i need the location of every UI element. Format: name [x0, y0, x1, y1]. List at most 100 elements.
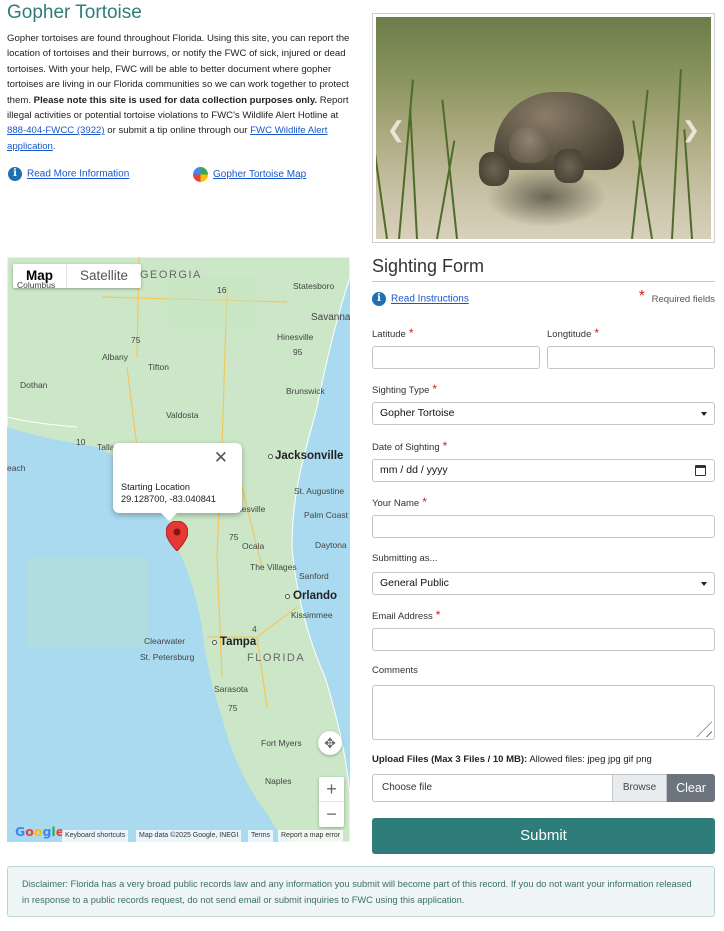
choose-file-text: Choose file: [382, 782, 433, 793]
required-star: *: [432, 382, 438, 396]
city-dot: [285, 594, 290, 599]
chevron-left-icon[interactable]: ❮: [386, 117, 406, 143]
grass-blade: [441, 99, 458, 239]
map-label-st-augustine: St. Augustine: [294, 486, 345, 496]
comments-textarea[interactable]: [372, 685, 715, 740]
map-label-hwy-16: 16: [217, 285, 227, 295]
sighting-type-value: Gopher Tortoise: [380, 407, 455, 419]
resize-handle-icon[interactable]: [692, 717, 712, 737]
map-label-clearwater: Clearwater: [144, 636, 186, 646]
map-label-ocala: Ocala: [242, 541, 265, 551]
tortoise-leg: [554, 149, 584, 183]
longitude-input[interactable]: [547, 346, 715, 369]
longitude-label-text: Longtitude: [547, 329, 592, 340]
chevron-down-icon: [701, 412, 707, 416]
latitude-label: Latitude *: [372, 326, 413, 340]
tortoise-map-link[interactable]: Gopher Tortoise Map: [213, 169, 306, 180]
zoom-in-button[interactable]: +: [319, 777, 344, 802]
intro-end: .: [52, 140, 56, 152]
map-marker-icon[interactable]: [166, 521, 188, 551]
submit-button[interactable]: Submit: [372, 818, 715, 854]
email-label: Email Address *: [372, 608, 440, 622]
email-label-text: Email Address: [372, 611, 433, 622]
map-label-georgia: GEORGIA: [140, 269, 202, 281]
page-title: Gopher Tortoise: [7, 2, 142, 23]
date-input[interactable]: mm / dd / yyyy: [372, 459, 715, 482]
map-footer: Keyboard shortcuts Map data ©2025 Google…: [7, 830, 350, 842]
intro-paragraph-3: or submit a tip online through our: [107, 125, 248, 137]
required-note-text: Required fields: [651, 294, 715, 305]
map-label-statesboro: Statesboro: [293, 281, 335, 291]
upload-label-bold: Upload Files (Max 3 Files / 10 MB):: [372, 754, 528, 765]
sighting-type-select[interactable]: Gopher Tortoise: [372, 402, 715, 425]
terms-link[interactable]: Terms: [248, 830, 274, 842]
required-fields-note: * Required fields: [639, 288, 715, 305]
close-icon[interactable]: ✕: [214, 449, 228, 466]
map-label-sarasota: Sarasota: [214, 684, 249, 694]
name-label-text: Your Name: [372, 498, 420, 509]
hotline-link[interactable]: 888-404-FWCC (3922): [7, 125, 105, 136]
city-dot: [212, 640, 217, 645]
zoom-control: + −: [319, 777, 344, 827]
map-label-hwy-75a: 75: [131, 335, 141, 345]
photo-carousel: ❮ ❯: [372, 13, 715, 243]
submitting-as-value: General Public: [380, 577, 449, 589]
zoom-out-button[interactable]: −: [319, 802, 344, 827]
sighting-map[interactable]: Map Satellite GEORGIA Columbus Statesbor…: [7, 257, 350, 842]
read-instructions-row: i Read Instructions: [372, 292, 469, 306]
map-label-tampa: Tampa: [220, 636, 257, 648]
upload-label-rest: Allowed files: jpeg jpg gif png: [527, 754, 652, 765]
map-label-savannah: Savannah: [311, 312, 350, 323]
city-dot: [268, 454, 273, 459]
date-label: Date of Sighting *: [372, 439, 447, 453]
pegman-icon[interactable]: ✥: [318, 731, 342, 755]
keyboard-shortcuts-link[interactable]: Keyboard shortcuts: [62, 830, 129, 842]
name-input[interactable]: [372, 515, 715, 538]
map-label-daytona: Daytona: [315, 540, 347, 550]
map-label-jacksonville: Jacksonville: [275, 450, 344, 462]
map-label-sanford: Sanford: [299, 571, 329, 581]
browse-button[interactable]: Browse: [612, 775, 666, 801]
email-input[interactable]: [372, 628, 715, 651]
map-data-attribution: Map data ©2025 Google, INEGI: [136, 830, 242, 842]
read-instructions-link[interactable]: Read Instructions: [391, 294, 469, 305]
map-label-naples: Naples: [265, 776, 292, 786]
map-label-tifton: Tifton: [148, 362, 169, 372]
intro-bold-note: Please note this site is used for data c…: [33, 94, 318, 106]
map-label-albany: Albany: [102, 352, 128, 362]
map-label-orlando: Orlando: [293, 590, 338, 602]
read-more-link[interactable]: Read More Information: [27, 169, 129, 180]
clear-button[interactable]: Clear: [667, 774, 715, 802]
map-pin-icon: [193, 167, 208, 182]
date-placeholder: mm / dd / yyyy: [380, 464, 448, 476]
map-label-st-petersburg: St. Petersburg: [140, 652, 195, 662]
info-icon: i: [8, 167, 22, 181]
form-title: Sighting Form: [372, 256, 715, 282]
submitting-as-select[interactable]: General Public: [372, 572, 715, 595]
chevron-right-icon[interactable]: ❯: [681, 117, 701, 143]
sighting-type-label-text: Sighting Type: [372, 385, 430, 396]
longitude-label: Longtitude *: [547, 326, 599, 340]
tortoise-map-row: Gopher Tortoise Map: [193, 167, 306, 182]
read-more-row: i Read More Information: [8, 167, 129, 181]
calendar-icon[interactable]: [695, 465, 706, 476]
latitude-input[interactable]: [372, 346, 540, 369]
map-label-palm-coast: Palm Coast: [304, 510, 348, 520]
map-label-hwy-4: 4: [252, 624, 257, 634]
name-label: Your Name *: [372, 495, 427, 509]
map-label-villages: The Villages: [250, 562, 297, 572]
tortoise-leg: [479, 152, 509, 186]
map-label-hwy-95a: 95: [293, 347, 303, 357]
map-label-kissimmee: Kissimmee: [291, 610, 333, 620]
tab-satellite[interactable]: Satellite: [66, 264, 141, 288]
disclaimer-box: Disclaimer: Florida has a very broad pub…: [7, 866, 715, 917]
location-popup: ✕ Starting Location 29.128700, -83.04084…: [113, 443, 242, 521]
popup-title: Starting Location: [121, 482, 190, 492]
map-label-dothan: Dothan: [20, 380, 48, 390]
report-map-error-link[interactable]: Report a map error: [278, 830, 344, 842]
intro-text: Gopher tortoises are found throughout Fl…: [7, 31, 353, 154]
map-label-hwy-75c: 75: [228, 703, 238, 713]
required-star: *: [638, 288, 645, 305]
map-label-valdosta: Valdosta: [166, 410, 199, 420]
file-input[interactable]: Choose file Browse: [372, 774, 667, 802]
